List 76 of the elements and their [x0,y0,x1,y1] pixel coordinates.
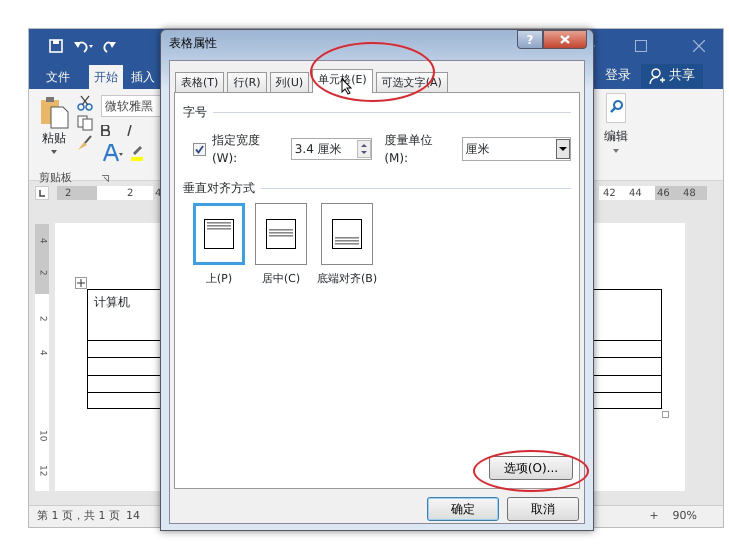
caret-icon [613,149,619,153]
redo-icon[interactable] [103,39,117,53]
dialog-tab[interactable]: 列(U) [270,72,310,93]
dialog-title: 表格属性 [169,35,217,52]
ribbon-tab[interactable]: 文件 [41,65,75,89]
page-count: 第 1 页，共 1 页 [37,508,120,524]
check-icon [194,144,204,154]
share-button[interactable]: 共享 [641,64,703,88]
search-icon [606,93,626,123]
align-bottom-icon [332,219,362,249]
ok-button[interactable]: 确定 [427,497,499,521]
dialog-tab[interactable]: 表格(T) [175,72,224,93]
unit-dropdown[interactable]: 厘米 [462,137,571,161]
italic-icon[interactable] [126,125,133,136]
close-icon[interactable] [693,40,705,52]
option-label: 底端对齐(B) [317,271,378,287]
undo-icon[interactable] [73,39,93,53]
ruler-number: 46 [657,187,670,201]
font-name-field[interactable]: 微软雅黑 [101,95,161,117]
zoom-level: 90% [672,508,697,524]
share-label: 共享 [669,67,695,86]
section-heading: 垂直对齐方式 [183,179,571,197]
option-label: 居中(C) [262,271,300,287]
dialog-launcher-icon[interactable] [102,174,109,182]
ribbon-tab[interactable]: 插入 [126,65,160,89]
align-top-icon [204,219,234,249]
alignment-option[interactable] [193,203,245,265]
ruler-number: 10 [36,430,49,442]
option-label: 上(P) [206,271,232,287]
caret-icon [51,150,57,154]
ruler-number: 12 [36,465,49,476]
text-effects-icon[interactable] [101,144,123,162]
move-handle-icon[interactable] [75,277,87,289]
ruler-number: 48 [683,187,696,201]
ruler-number: 42 [603,187,616,201]
scissors-icon[interactable] [77,95,93,111]
bold-icon[interactable] [101,125,110,136]
ruler-number: 2 [65,186,72,200]
zoom-in-button[interactable]: + [649,508,659,525]
word-count: 14 [126,508,140,524]
dialog-tab[interactable]: 行(R) [227,72,267,93]
ruler-number: 2 [36,270,49,276]
editing-button[interactable]: 编辑 [601,89,631,180]
resize-handle-icon[interactable] [662,411,669,418]
ruler-number: 4 [36,350,49,356]
width-spinner-field[interactable]: 3.4 厘米 [290,138,372,160]
ribbon-tab[interactable]: 开始 [89,65,123,89]
group-label: 剪贴板 [39,170,72,186]
ruler-number: 44 [629,187,642,201]
tab-stop-icon[interactable] [35,186,49,200]
copy-icon[interactable] [77,115,93,131]
ruler-number: 4 [36,238,49,244]
clipboard-icon [39,95,69,129]
ruler-number: 2 [36,316,49,322]
alignment-option[interactable] [321,203,374,265]
options-button[interactable]: 选项(O)... [489,456,573,480]
cancel-button[interactable]: 取消 [507,497,579,521]
close-button[interactable] [543,30,587,48]
checkbox[interactable] [193,142,206,156]
paste-button[interactable]: 粘贴 [39,95,69,162]
spin-arrows-icon [357,140,372,158]
highlight-icon[interactable] [131,144,143,162]
ruler-number: 2 [127,186,134,200]
field-label: 度量单位(M): [384,132,434,167]
close-icon [560,34,570,44]
field-label: 指定宽度(W): [212,132,261,167]
sign-in-link[interactable]: 登录 [605,66,631,86]
align-center-icon [266,219,296,249]
person-add-icon [649,68,665,84]
section-heading: 字号 [183,103,571,121]
save-icon[interactable] [49,39,63,53]
ruler-number: 4 [155,186,162,200]
brush-icon[interactable] [77,135,93,151]
alignment-option[interactable] [255,203,307,265]
maximize-icon[interactable] [635,40,647,52]
table-cell-text: 计算机 [94,294,130,311]
